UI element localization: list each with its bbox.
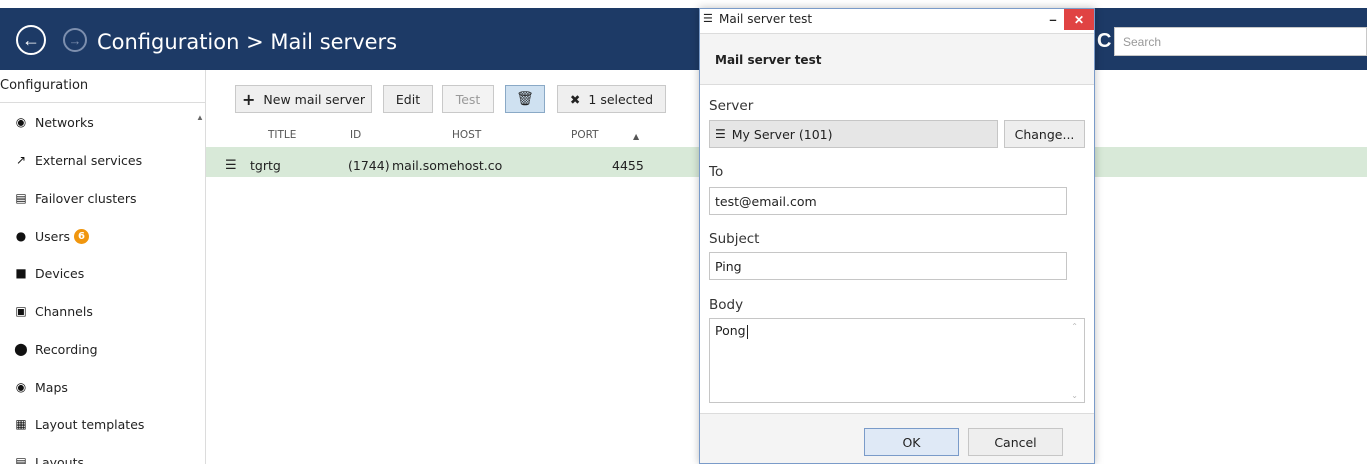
app-mark: C: [1097, 30, 1112, 52]
sidebar-item-label: Layouts: [35, 454, 85, 464]
channel-icon: ▣: [15, 304, 27, 318]
scroll-down-arrow-icon[interactable]: ⌄: [1071, 391, 1078, 400]
new-mail-server-button[interactable]: + New mail server: [235, 85, 372, 113]
column-header-host[interactable]: HOST: [452, 129, 481, 141]
row-id: (1744): [348, 158, 390, 173]
subject-field[interactable]: Ping: [709, 252, 1067, 280]
dialog-footer: OK Cancel: [700, 413, 1094, 463]
cancel-button[interactable]: Cancel: [968, 428, 1063, 456]
sort-ascending-icon: ▲: [633, 132, 640, 141]
to-label: To: [709, 164, 724, 180]
sidebar-item-recording[interactable]: ⬤ Recording: [14, 338, 98, 360]
dialog-subtitle: Mail server test: [715, 53, 822, 67]
text-caret: [746, 324, 748, 339]
camera-icon: ■: [15, 266, 27, 280]
back-arrow-icon[interactable]: ←: [16, 25, 46, 55]
sidebar-item-label: External services: [35, 152, 143, 168]
clear-selection-button[interactable]: ✖ 1 selected: [557, 85, 666, 113]
server-icon: ☰: [715, 127, 726, 141]
user-icon: ●: [15, 229, 27, 243]
sidebar-item-label: Layout templates: [35, 416, 145, 432]
column-header-id[interactable]: ID: [350, 129, 361, 141]
sidebar-item-external-services[interactable]: ↗ External services: [14, 149, 142, 171]
layout-template-icon: ▦: [15, 417, 27, 431]
close-x-icon: ✖: [569, 91, 581, 107]
sidebar-item-devices[interactable]: ■ Devices: [14, 262, 84, 284]
sidebar-item-channels[interactable]: ▣ Channels: [14, 300, 93, 322]
app-header: ← → Configuration > Mail servers C: [0, 8, 1367, 70]
row-title: tgrtg: [250, 158, 281, 173]
layouts-icon: ▤: [15, 455, 27, 464]
sidebar-item-label: Devices: [35, 265, 85, 281]
dialog-titlebar[interactable]: ☰ Mail server test – ✕: [700, 9, 1094, 30]
page-title: Configuration > Mail servers: [97, 30, 398, 54]
sidebar-item-label: Maps: [35, 379, 68, 395]
map-icon: ◉: [15, 380, 27, 394]
minimize-button[interactable]: –: [1040, 9, 1066, 30]
column-header-title[interactable]: TITLE: [268, 129, 296, 141]
plus-icon: +: [242, 89, 256, 109]
sidebar-item-layouts[interactable]: ▤ Layouts: [14, 451, 84, 464]
mail-server-icon: ☰: [225, 158, 237, 173]
dialog-window-title: Mail server test: [719, 12, 813, 26]
delete-button[interactable]: 🗑: [505, 85, 545, 113]
sidebar-item-label: Failover clusters: [35, 190, 137, 206]
sidebar: Configuration ▲ ◉ Networks ↗ External se…: [0, 70, 206, 464]
external-link-icon: ↗: [15, 153, 27, 167]
forward-arrow-icon[interactable]: →: [63, 28, 87, 52]
sidebar-title: Configuration: [0, 78, 89, 93]
test-button[interactable]: Test: [442, 85, 494, 113]
subject-label: Subject: [709, 231, 760, 247]
ok-button[interactable]: OK: [864, 428, 959, 456]
sidebar-item-networks[interactable]: ◉ Networks: [14, 111, 94, 133]
change-server-button[interactable]: Change...: [1004, 120, 1085, 148]
sidebar-item-layout-templates[interactable]: ▦ Layout templates: [14, 413, 144, 435]
sidebar-item-maps[interactable]: ◉ Maps: [14, 376, 68, 398]
close-button[interactable]: ✕: [1064, 9, 1094, 30]
sidebar-item-label: Recording: [35, 341, 98, 357]
body-textarea[interactable]: Pong ⌃ ⌄: [709, 318, 1085, 403]
edit-button[interactable]: Edit: [383, 85, 433, 113]
search-input[interactable]: [1115, 28, 1366, 55]
divider: [0, 102, 206, 103]
sidebar-item-label: Channels: [35, 303, 93, 319]
mail-server-icon: ☰: [703, 13, 713, 25]
search-box[interactable]: [1114, 27, 1367, 56]
globe-icon: ◉: [15, 115, 27, 129]
server-stack-icon: ▤: [15, 191, 27, 205]
body-label: Body: [709, 297, 744, 313]
mail-server-test-dialog: ☰ Mail server test – ✕ Mail server test …: [699, 8, 1095, 464]
users-count-badge: 6: [74, 228, 90, 244]
sidebar-item-users[interactable]: ● Users 6: [14, 225, 90, 247]
row-host: mail.somehost.co: [392, 158, 503, 173]
body-text: Pong: [715, 323, 746, 338]
column-header-port[interactable]: PORT: [571, 129, 599, 141]
row-port: 4455: [612, 158, 644, 173]
sidebar-item-label: Users: [35, 228, 71, 244]
dialog-header: Mail server test: [700, 33, 1094, 85]
trash-icon: 🗑: [516, 91, 534, 107]
server-label: Server: [709, 98, 754, 114]
to-field[interactable]: test@email.com: [709, 187, 1067, 215]
sidebar-item-failover-clusters[interactable]: ▤ Failover clusters: [14, 187, 137, 209]
server-field: ☰ My Server (101): [709, 120, 998, 148]
record-dot-icon: ⬤: [14, 342, 28, 356]
scroll-up-arrow-icon[interactable]: ▲: [196, 113, 204, 122]
scroll-up-arrow-icon[interactable]: ⌃: [1071, 322, 1078, 331]
sidebar-item-label: Networks: [35, 114, 94, 130]
